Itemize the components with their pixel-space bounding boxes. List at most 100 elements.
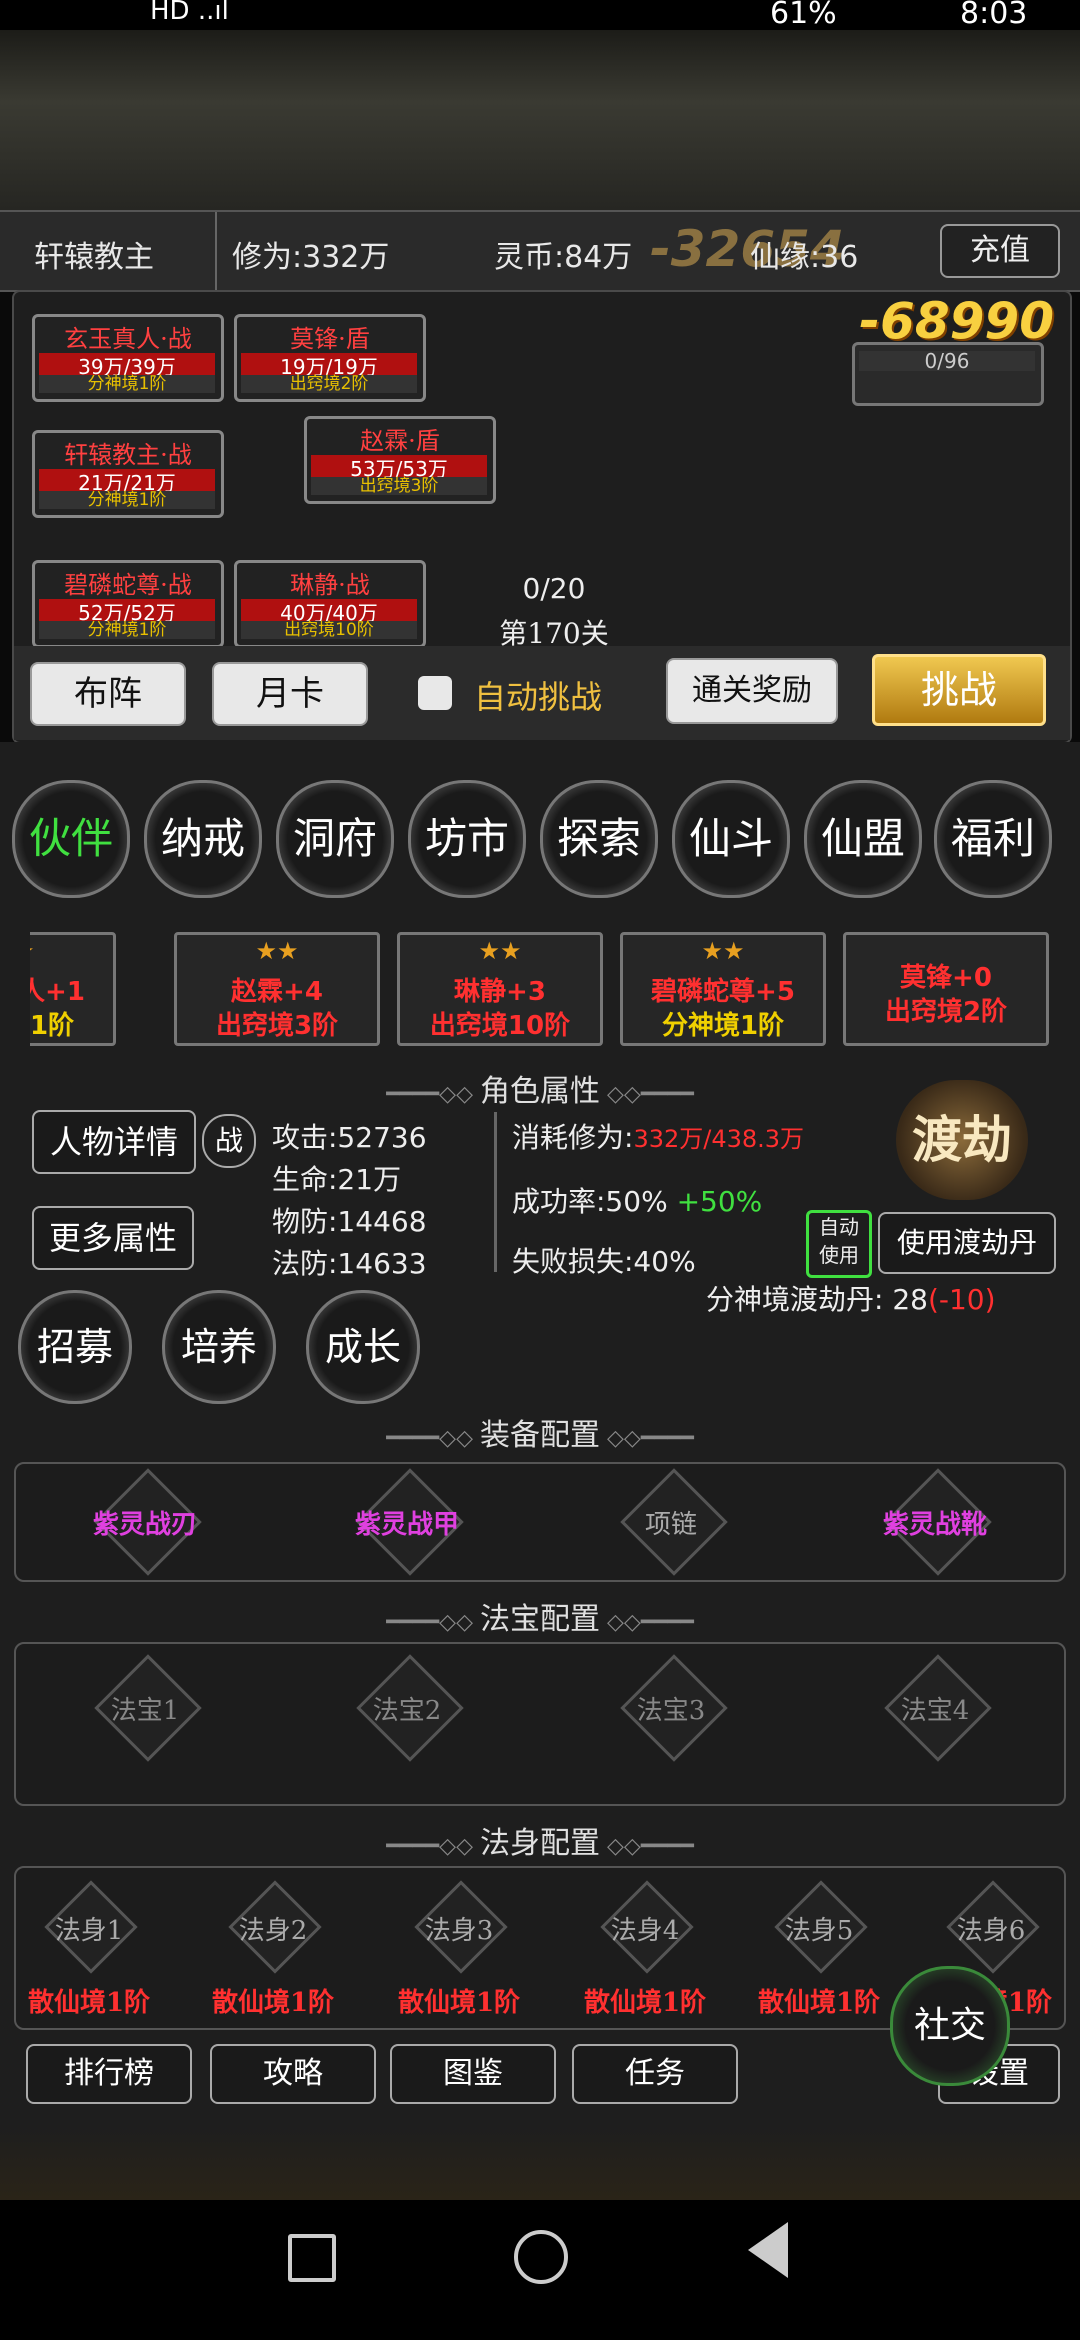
partner-card[interactable]: 莫锋+0 出窍境2阶 [843,932,1049,1046]
body-slot-realm: 散仙境1阶 [27,1988,151,2018]
auto-challenge-label[interactable]: 自动挑战 [474,672,602,718]
train-button[interactable]: 培养 [162,1290,276,1404]
spirit-coin-value: 灵币:84万 [494,240,633,275]
star-icon: ★★ [30,937,113,965]
clear-reward-button[interactable]: 通关奖励 [666,658,838,724]
ornament-icon: ━━━━◇◇ [386,1426,480,1451]
body-slot-realm: 散仙境1阶 [211,1988,335,2018]
partner-realm: 出窍境3阶 [215,1011,339,1041]
tribulation-button[interactable]: 渡劫 [896,1080,1028,1200]
leaderboard-button[interactable]: 排行榜 [26,2044,192,2104]
more-attributes-button[interactable]: 更多属性 [32,1206,194,1270]
nav-alliance[interactable]: 仙盟 [804,780,922,898]
nav-pvp[interactable]: 仙斗 [672,780,790,898]
body-slot-name[interactable]: 法身1 [14,1910,164,1947]
partner-card[interactable]: ★★ 赵霖+4 出窍境3阶 [174,932,380,1046]
body-slot-name[interactable]: 法身5 [744,1910,894,1947]
equip-slot-boots[interactable]: 紫灵战靴 [850,1504,1020,1541]
battle-panel: 玄玉真人·战 39万/39万 分神境1阶 莫锋·盾 19万/19万 出窍境2阶 … [12,290,1072,744]
ornament-icon: ◇◇━━━━ [600,1610,694,1635]
body-slot-realm: 散仙境1阶 [397,1988,521,2018]
nav-ring[interactable]: 纳戒 [144,780,262,898]
section-header-body: ━━━━◇◇ 法身配置 ◇◇━━━━ [386,1826,694,1861]
nav-market[interactable]: 坊市 [408,780,526,898]
unit-realm: 出窍境3阶 [311,477,487,495]
treasure-slot-4[interactable]: 法宝4 [850,1690,1020,1727]
unit-realm: 分神境1阶 [39,375,215,393]
nav-cave[interactable]: 洞府 [276,780,394,898]
treasure-slot-1[interactable]: 法宝1 [60,1690,230,1727]
ally-unit[interactable]: 轩辕教主·战 21万/21万 分神境1阶 [32,430,224,518]
life-stat: 生命:21万 [272,1163,402,1196]
treasure-slot-2[interactable]: 法宝2 [322,1690,492,1727]
section-header-treasure: ━━━━◇◇ 法宝配置 ◇◇━━━━ [386,1602,694,1637]
auto-use-toggle[interactable]: 自动 使用 [806,1210,872,1278]
partner-card[interactable]: ★★ 琳静+3 出窍境10阶 [397,932,603,1046]
recruit-button[interactable]: 招募 [18,1290,132,1404]
challenge-button[interactable]: 挑战 [872,654,1046,726]
ornament-icon: ━━━━◇◇ [386,1082,480,1107]
back-icon[interactable] [748,2222,788,2278]
unit-name: 轩辕教主·战 [64,441,192,469]
growth-button[interactable]: 成长 [306,1290,420,1404]
scene-background [0,30,1080,210]
ally-unit[interactable]: 琳静·战 40万/40万 出窍境10阶 [234,560,426,648]
body-slot-name[interactable]: 法身2 [198,1910,348,1947]
equip-slot-armor[interactable]: 紫灵战甲 [322,1504,492,1541]
ally-unit[interactable]: 莫锋·盾 19万/19万 出窍境2阶 [234,314,426,402]
cultivation-value: 修为:332万 [232,240,390,275]
fate-value: 仙缘:36 [750,240,859,275]
recharge-button[interactable]: 充值 [940,224,1060,278]
enemy-box[interactable]: 0/96 [852,342,1044,406]
equip-slot-weapon[interactable]: 紫灵战刃 [60,1504,230,1541]
home-icon[interactable] [514,2230,568,2284]
tasks-button[interactable]: 任务 [572,2044,738,2104]
body-slot-name[interactable]: 法身6 [916,1910,1066,1947]
ornament-icon: ━━━━◇◇ [386,1610,480,1635]
section-header-equipment: ━━━━◇◇ 装备配置 ◇◇━━━━ [386,1418,694,1453]
star-icon: ★★ [255,937,299,965]
partner-realm: 出窍境2阶 [884,997,1008,1027]
formation-button[interactable]: 布阵 [30,662,186,726]
nav-explore[interactable]: 探索 [540,780,658,898]
equip-slot-necklace[interactable]: 项链 [586,1504,756,1541]
treasure-slot-3[interactable]: 法宝3 [586,1690,756,1727]
unit-realm: 分神境1阶 [39,621,215,639]
partner-realm: 分神境1阶 [30,1011,75,1041]
partner-realm: 出窍境10阶 [429,1011,571,1041]
partner-name: 碧磷蛇尊+5 [651,977,795,1007]
partner-card[interactable]: ★★ 玄玉真人+1 分神境1阶 [30,932,116,1046]
recent-apps-icon[interactable] [288,2234,336,2282]
unit-name: 玄玉真人·战 [64,325,192,353]
ornament-icon: ━━━━◇◇ [386,1834,480,1859]
unit-name: 赵霖·盾 [360,427,440,455]
auto-challenge-checkbox[interactable] [418,676,452,710]
unit-name: 莫锋·盾 [290,325,370,353]
body-slot-name[interactable]: 法身4 [570,1910,720,1947]
ornament-icon: ◇◇━━━━ [600,1426,694,1451]
ally-unit[interactable]: 赵霖·盾 53万/53万 出窍境3阶 [304,416,496,504]
battery-level: 61% [770,0,837,31]
ally-unit[interactable]: 玄玉真人·战 39万/39万 分神境1阶 [32,314,224,402]
ally-unit[interactable]: 碧磷蛇尊·战 52万/52万 分神境1阶 [32,560,224,648]
use-pill-button[interactable]: 使用渡劫丹 [878,1212,1056,1274]
divider [494,1112,497,1272]
partner-name: 莫锋+0 [900,963,992,993]
star-icon: ★★ [478,937,522,965]
guide-button[interactable]: 攻略 [210,2044,376,2104]
monthly-card-button[interactable]: 月卡 [212,662,368,726]
unit-realm: 分神境1阶 [39,491,215,509]
partner-strip: ★★ 玄玉真人+1 分神境1阶 ★★ 赵霖+4 出窍境3阶 ★★ 琳静+3 出窍… [30,930,1050,1052]
footer-decoration [0,2126,1080,2200]
character-detail-button[interactable]: 人物详情 [32,1110,196,1174]
partner-card[interactable]: ★★ 碧磷蛇尊+5 分神境1阶 [620,932,826,1046]
atlas-button[interactable]: 图鉴 [390,2044,556,2104]
partner-realm: 分神境1阶 [661,1011,785,1041]
unit-realm: 出窍境10阶 [241,621,417,639]
social-button[interactable]: 社交 [890,1966,1010,2086]
nav-partner[interactable]: 伙伴 [12,780,130,898]
body-slot-name[interactable]: 法身3 [384,1910,534,1947]
nav-welfare[interactable]: 福利 [934,780,1052,898]
partner-name: 琳静+3 [454,977,546,1007]
signal-indicator: HD ..ıl [150,0,229,26]
